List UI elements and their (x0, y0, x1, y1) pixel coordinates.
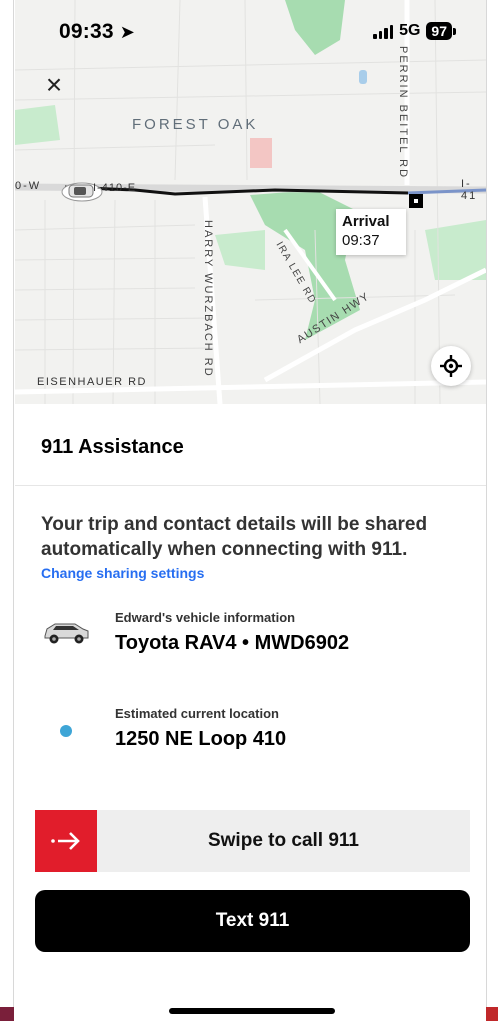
location-info-row: Estimated current location 1250 NE Loop … (15, 706, 486, 766)
status-indicators: 5G 97 (373, 22, 456, 40)
page-title: 911 Assistance (41, 436, 184, 458)
vehicle-info-row: Edward's vehicle information Toyota RAV4… (15, 610, 486, 670)
map-view[interactable]: 09:33 ➤ 5G 97 × FOREST OAK PERRIN BEITEL… (15, 0, 486, 404)
vehicle-info-label: Edward's vehicle information (115, 610, 296, 625)
location-dot-icon (60, 725, 72, 737)
sheet-header: 911 Assistance (15, 404, 486, 486)
recenter-button[interactable] (431, 346, 471, 386)
status-bar: 09:33 ➤ 5G 97 (15, 0, 486, 54)
map-label-forest-oak: FOREST OAK (132, 116, 259, 133)
phone-screen: 09:33 ➤ 5G 97 × FOREST OAK PERRIN BEITEL… (15, 0, 486, 1021)
left-edge-mark (0, 1007, 14, 1021)
sharing-info-text: Your trip and contact details will be sh… (41, 514, 428, 560)
swipe-to-call-slider[interactable]: Swipe to call 911 (35, 810, 470, 872)
map-graphic (15, 0, 486, 404)
swipe-handle[interactable] (35, 810, 97, 872)
text-911-button[interactable]: Text 911 (35, 890, 470, 952)
network-label: 5G (399, 22, 421, 39)
location-arrow-icon: ➤ (119, 22, 136, 42)
change-sharing-settings-link[interactable]: Change sharing settings (41, 565, 204, 581)
map-label-i410-west: I-410-E (93, 182, 137, 194)
battery-icon: 97 (426, 22, 456, 40)
crosshair-icon (440, 355, 462, 377)
map-label-w: 0-W (15, 180, 42, 192)
arrival-callout: Arrival 09:37 (336, 209, 406, 255)
close-icon: × (45, 69, 63, 100)
arrival-label: Arrival (342, 213, 390, 230)
car-icon (44, 623, 89, 644)
vehicle-info-value: Toyota RAV4 • MWD6902 (115, 632, 350, 654)
map-label-harry-wurzbach: HARRY WURZBACH RD (202, 220, 214, 378)
location-info-label: Estimated current location (115, 706, 279, 721)
swipe-label: Swipe to call 911 (207, 830, 360, 851)
home-indicator[interactable] (169, 1008, 335, 1014)
map-label-eisenhauer: EISENHAUER RD (37, 376, 147, 388)
arrow-right-icon (51, 832, 80, 850)
signal-icon (373, 23, 394, 39)
location-info-value: 1250 NE Loop 410 (115, 728, 287, 750)
left-edge (0, 0, 14, 1021)
map-label-i410-east: I-41 (461, 178, 478, 202)
close-button[interactable]: × (39, 70, 69, 100)
status-time: 09:33 ➤ (59, 20, 136, 43)
arrival-time: 09:37 (342, 232, 380, 249)
right-edge-mark (486, 1007, 498, 1021)
map-label-perrin-beitel: PERRIN BEITEL RD (397, 46, 409, 180)
right-edge (486, 0, 498, 1021)
